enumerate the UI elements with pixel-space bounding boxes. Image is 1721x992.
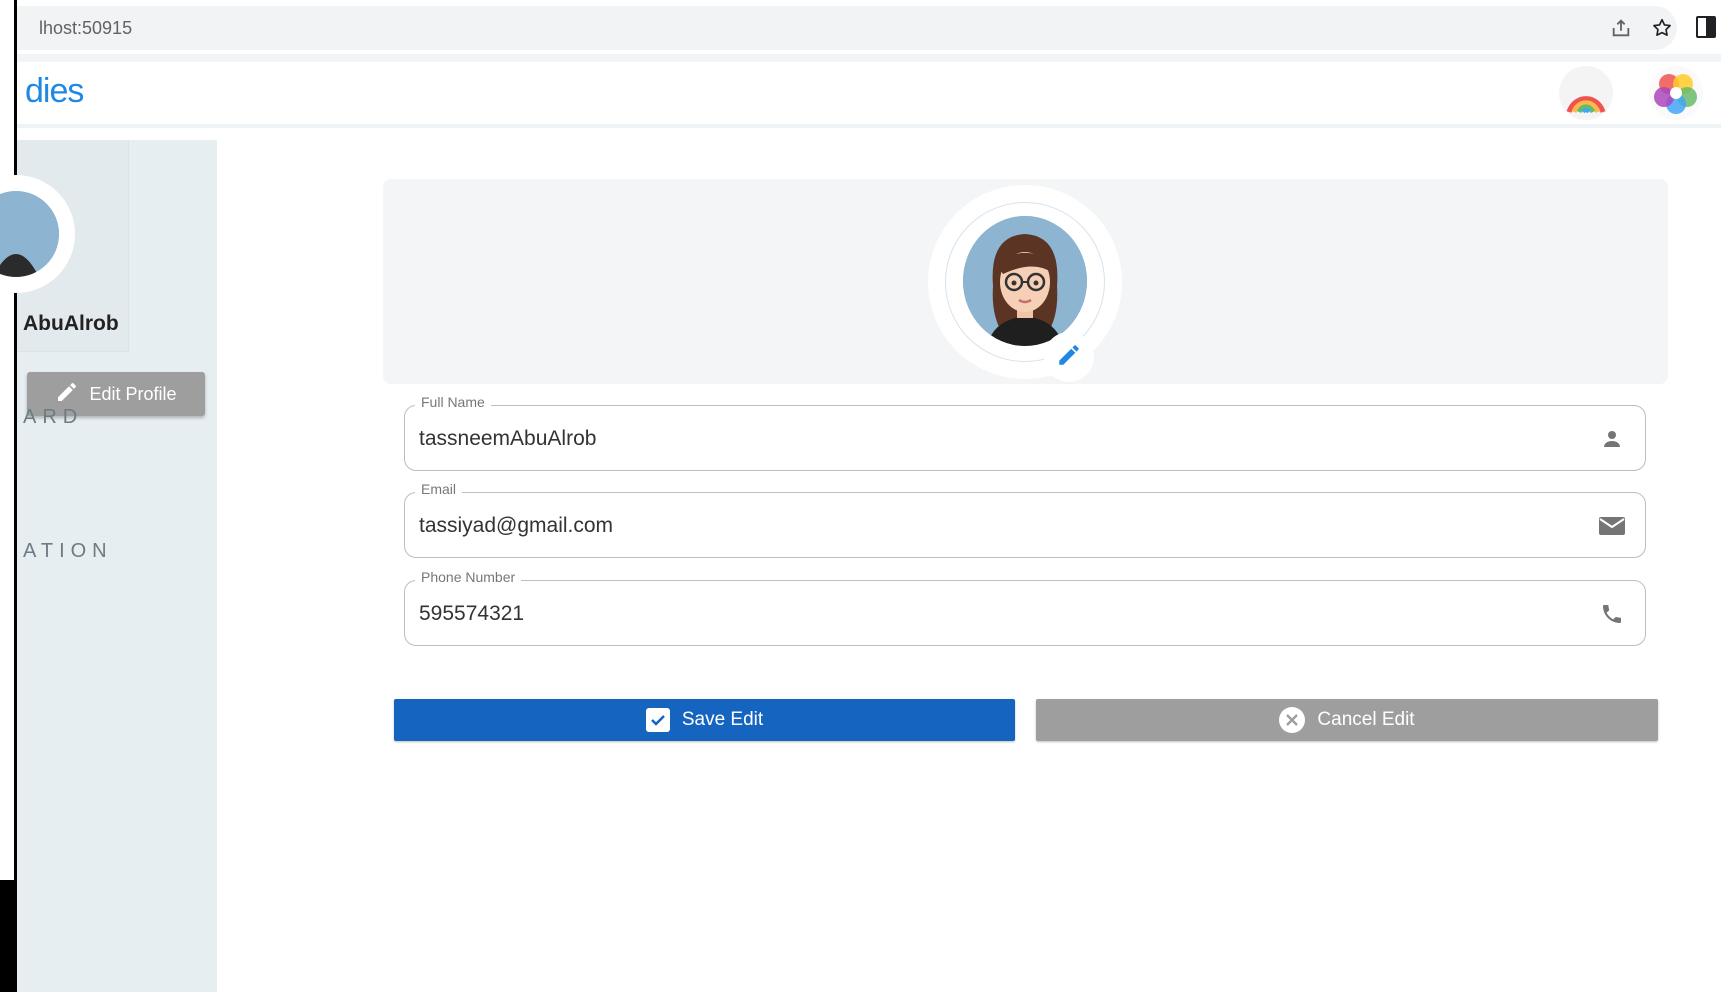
edit-avatar-button[interactable] (1044, 332, 1094, 382)
email-field: Email (404, 481, 1646, 558)
pencil-icon (55, 380, 79, 409)
phone-field: Phone Number (404, 569, 1646, 646)
full-name-input[interactable] (419, 424, 1559, 454)
phone-label: Phone Number (415, 569, 522, 585)
profile-avatar (963, 216, 1087, 346)
email-label: Email (415, 481, 463, 497)
full-name-field: Full Name (404, 394, 1646, 471)
full-name-label: Full Name (415, 394, 491, 410)
person-icon (1597, 424, 1627, 454)
side-panel-icon[interactable] (1696, 16, 1716, 38)
checkbox-icon (645, 708, 670, 732)
cancel-edit-button[interactable]: Cancel Edit (1036, 699, 1658, 741)
page: lhost:50915 dies AbuAlrob Edit Profile A… (0, 0, 1721, 992)
address-bar[interactable]: lhost:50915 (17, 6, 1677, 50)
sidebar-profile-card: AbuAlrob (0, 140, 129, 352)
url-text[interactable]: lhost:50915 (39, 18, 132, 39)
nav-heading-dashboard[interactable]: ARD (23, 406, 83, 429)
edit-profile-label: Edit Profile (89, 383, 177, 404)
save-edit-button[interactable]: Save Edit (394, 699, 1015, 741)
phone-input[interactable] (419, 599, 1559, 629)
save-edit-label: Save Edit (681, 709, 764, 730)
user-avatar-icon[interactable] (1649, 66, 1703, 120)
cancel-circle-icon (1279, 707, 1306, 733)
cancel-edit-label: Cancel Edit (1317, 709, 1415, 730)
sidebar-username: AbuAlrob (23, 312, 119, 335)
chrome-separator (17, 54, 1721, 62)
app-header: dies (17, 62, 1721, 128)
email-input[interactable] (419, 511, 1559, 541)
pencil-icon (1056, 342, 1082, 373)
app-title[interactable]: dies (25, 72, 84, 111)
share-icon[interactable] (1607, 14, 1635, 42)
nav-heading-location[interactable]: ATION (23, 540, 113, 563)
rainbow-logo-icon[interactable] (1559, 66, 1613, 120)
sidebar: AbuAlrob Edit Profile ARD ATION (0, 140, 217, 992)
mail-icon (1597, 511, 1627, 541)
left-edge-block (0, 880, 17, 992)
star-icon[interactable] (1648, 14, 1676, 42)
phone-icon (1597, 599, 1627, 629)
